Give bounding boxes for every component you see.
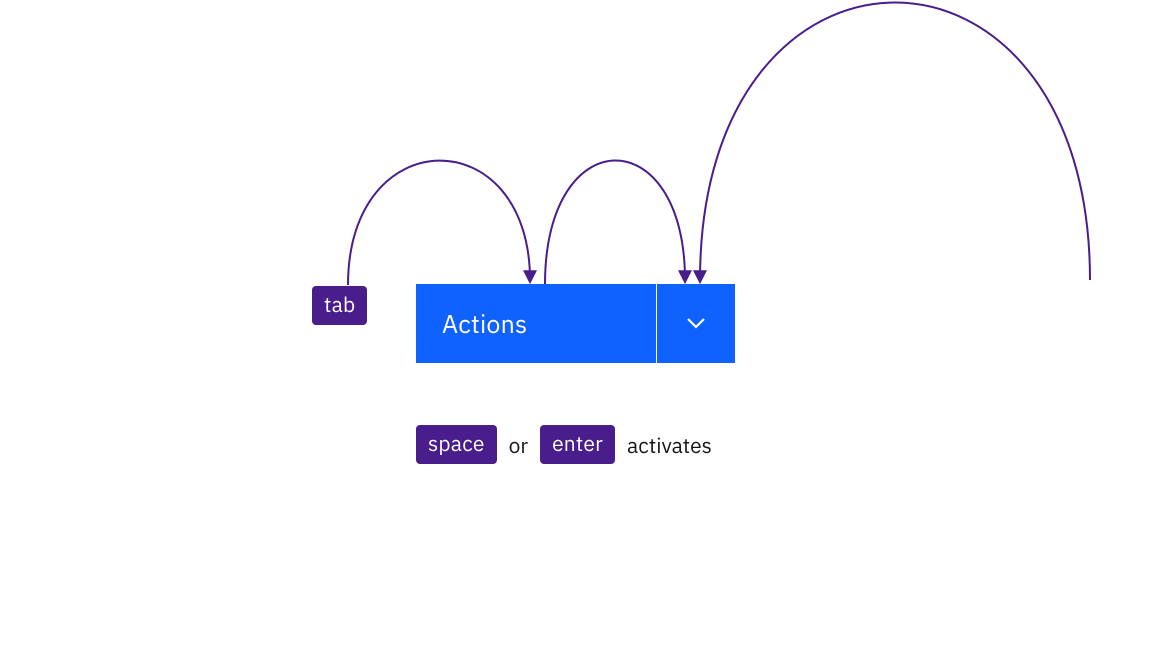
instruction-or: or [509,431,528,459]
actions-button-main[interactable]: Actions [416,284,656,363]
arc-tab-to-actions [348,161,530,285]
actions-button-chevron[interactable] [657,284,735,363]
activation-instruction: space or enter activates [416,425,712,464]
key-space: space [416,425,497,464]
actions-split-button[interactable]: Actions [416,284,735,363]
instruction-activates: activates [627,431,712,459]
key-tab: tab [312,286,367,325]
keyboard-interaction-diagram: tab Actions space or enter activates [0,0,1152,648]
chevron-down-icon [686,314,706,334]
arc-actions-to-chevron [545,160,685,284]
actions-button-label: Actions [442,307,527,340]
key-enter: enter [540,425,615,464]
arc-chevron-to-next [700,3,1090,281]
